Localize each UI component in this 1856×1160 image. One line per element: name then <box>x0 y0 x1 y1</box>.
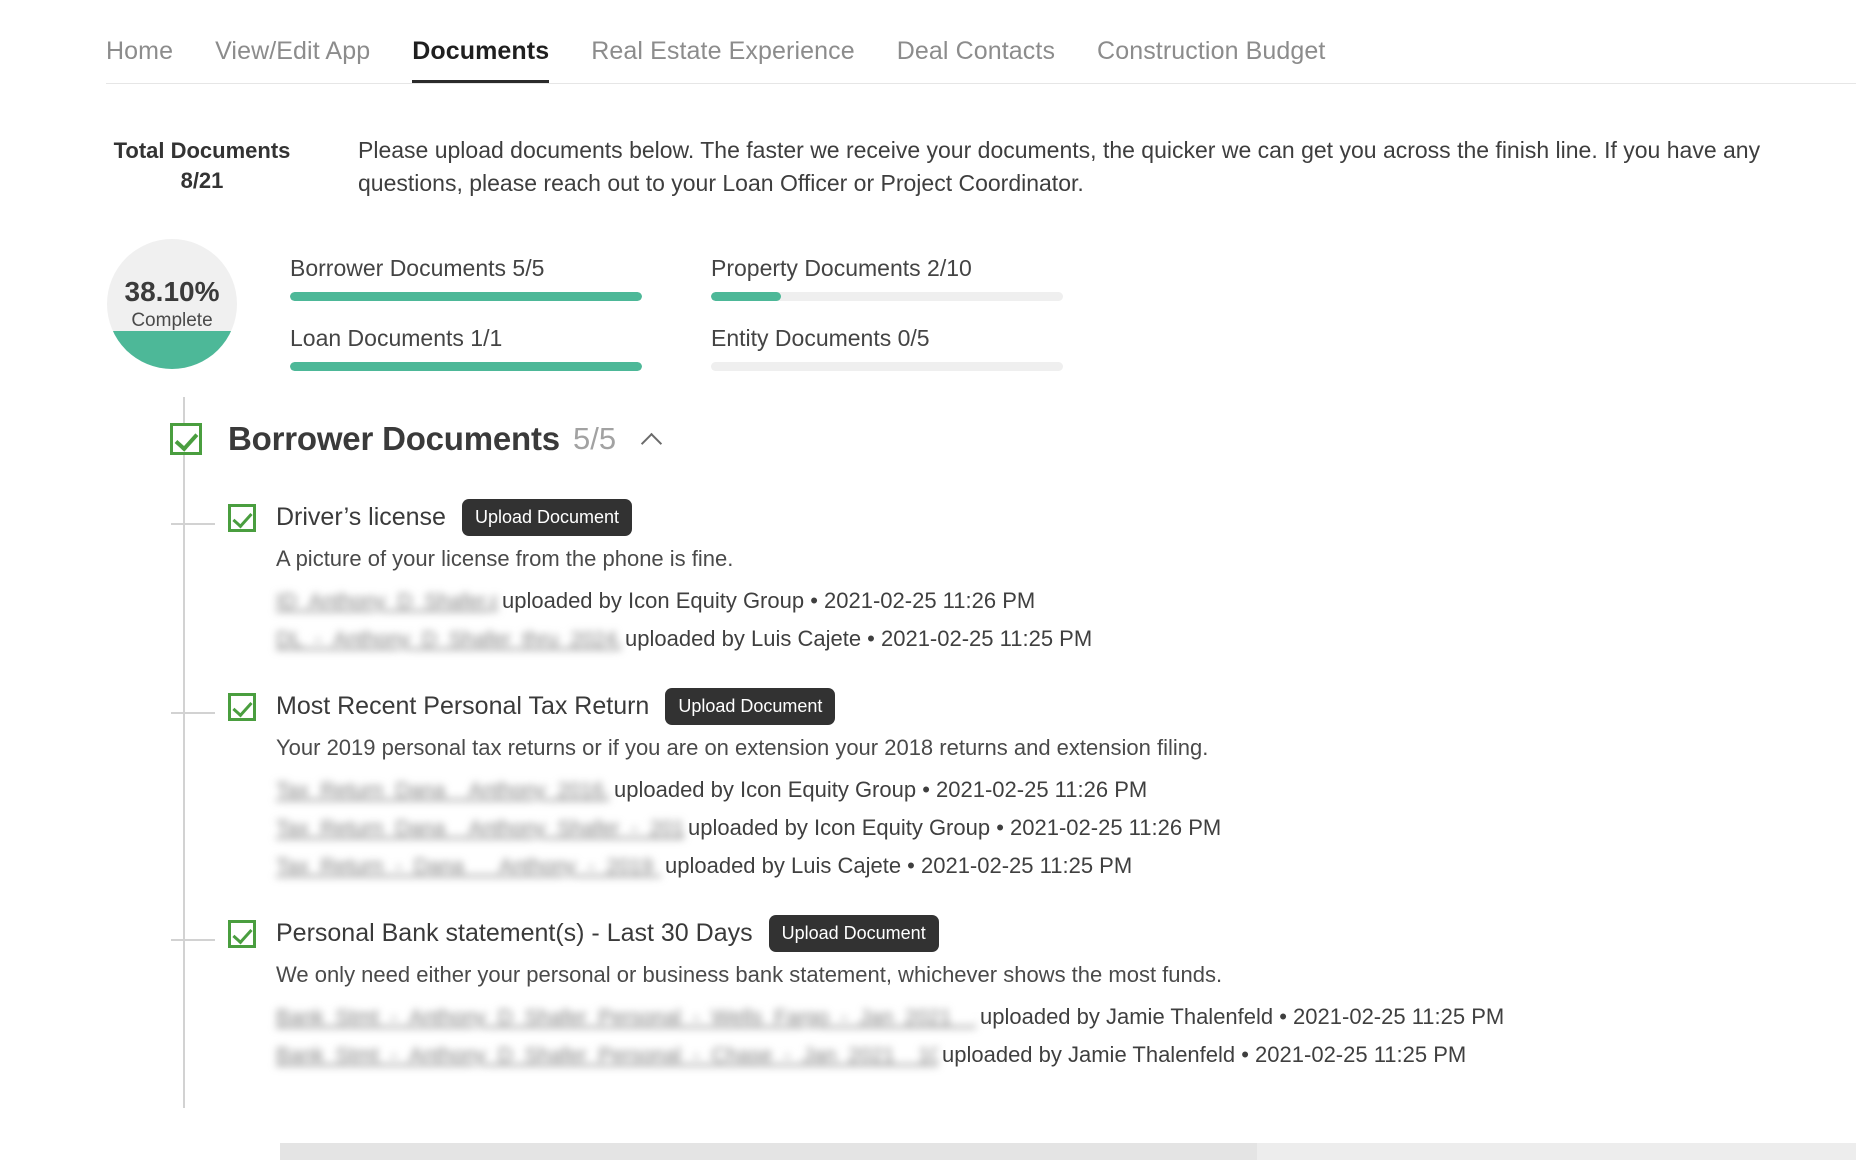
uploaded-file-row: Tax_Return_Dana__Anthony_2016.pdf uploade… <box>276 777 1856 803</box>
progress-bar-fill <box>711 292 782 302</box>
progress-bar-track <box>711 292 1063 302</box>
progress-category-label: Borrower Documents 5/5 <box>290 255 545 282</box>
progress-bar-track <box>290 362 642 372</box>
uploaded-file-meta: uploaded by Luis Cajete • 2021-02-25 11:… <box>625 626 1093 652</box>
tree-connector-line <box>171 523 215 526</box>
progress-category-label: Loan Documents 1/1 <box>290 325 503 352</box>
uploaded-file-row: Tax_Return_Dana__Anthony_Shafer_-_2017.p… <box>276 815 1856 841</box>
section-header-borrower-documents[interactable]: Borrower Documents 5/5 <box>170 415 1856 463</box>
uploaded-file-link[interactable]: ID_Anthony_D_Shafer.pdf <box>276 590 498 614</box>
document-title: Driver’s license <box>276 503 446 532</box>
progress-bar-fill <box>290 292 642 302</box>
nav-divider <box>106 83 1856 84</box>
document-description: A picture of your license from the phone… <box>276 546 734 572</box>
document-item: Personal Bank statement(s) - Last 30 Day… <box>170 915 1856 1068</box>
progress-category: Entity Documents 0/5 <box>711 325 1132 372</box>
document-checkbox-checked-icon[interactable] <box>228 692 256 721</box>
instructions-text: Please upload documents below. The faste… <box>358 137 1761 196</box>
uploaded-file-link[interactable]: Tax_Return_Dana__Anthony_Shafer_-_2017.p… <box>276 817 684 841</box>
total-documents-count: 8/21 <box>180 168 224 194</box>
document-item: Driver’s license Upload Document A picture… <box>170 499 1856 652</box>
nav-tab-home[interactable]: Home <box>106 37 173 84</box>
document-tree: Borrower Documents 5/5 Driver’s license U… <box>0 397 1856 1109</box>
section-checkbox-checked-icon[interactable] <box>170 423 202 456</box>
section-count: 5/5 <box>572 421 617 457</box>
document-description: We only need either your personal or bus… <box>276 962 1223 988</box>
progress-category-label: Entity Documents 0/5 <box>711 325 930 352</box>
uploaded-file-link[interactable]: DL_-_Anthony_D_Shafer_thru_2024.pdf <box>276 628 621 652</box>
uploaded-file-meta: uploaded by Icon Equity Group • 2021-02-… <box>614 777 1148 803</box>
progress-category-label: Property Documents 2/10 <box>711 255 972 282</box>
completion-donut: 38.10% Complete <box>107 239 237 370</box>
top-navigation: Home View/Edit App Documents Real Estate Ex… <box>0 0 1856 84</box>
horizontal-scrollbar-thumb[interactable] <box>280 1143 1258 1160</box>
completion-percent: 38.10% <box>124 276 220 308</box>
document-title: Personal Bank statement(s) - Last 30 Day… <box>276 919 753 948</box>
chevron-up-icon[interactable] <box>642 429 662 449</box>
uploaded-file-link[interactable]: Bank_Stmt_-_Anthony_D_Shafer_Personal_-_… <box>276 1044 938 1068</box>
document-item-header: Personal Bank statement(s) - Last 30 Day… <box>228 915 1856 953</box>
uploaded-file-meta: uploaded by Icon Equity Group • 2021-02-… <box>502 588 1036 614</box>
uploaded-file-list: Tax_Return_Dana__Anthony_2016.pdf uploade… <box>276 777 1856 879</box>
uploaded-file-row: ID_Anthony_D_Shafer.pdf uploaded by Icon … <box>276 588 1856 614</box>
total-documents: Total Documents 8/21 <box>106 134 298 199</box>
total-documents-label: Total Documents <box>113 138 291 163</box>
upload-document-button[interactable]: Upload Document <box>768 915 939 953</box>
document-item-header: Driver’s license Upload Document <box>228 499 1856 537</box>
uploaded-file-meta: uploaded by Icon Equity Group • 2021-02-… <box>688 815 1222 841</box>
document-item-header: Most Recent Personal Tax Return Upload Do… <box>228 688 1856 726</box>
document-checkbox-checked-icon[interactable] <box>228 503 256 532</box>
uploaded-file-link[interactable]: Tax_Return_Dana__Anthony_2016.pdf <box>276 779 610 803</box>
upload-document-button[interactable]: Upload Document <box>665 688 836 726</box>
uploaded-file-list: Bank_Stmt_-_Anthony_D_Shafer_Personal_-_… <box>276 1004 1856 1068</box>
nav-tab-construction-budget[interactable]: Construction Budget <box>1097 37 1325 84</box>
progress-bar-track <box>290 292 642 302</box>
uploaded-file-row: DL_-_Anthony_D_Shafer_thru_2024.pdf uploa… <box>276 626 1856 652</box>
document-item: Most Recent Personal Tax Return Upload Do… <box>170 688 1856 879</box>
section-title: Borrower Documents <box>228 420 560 458</box>
documents-summary: Total Documents 8/21 Please upload docum… <box>0 84 1856 199</box>
uploaded-file-meta: uploaded by Luis Cajete • 2021-02-25 11:… <box>665 853 1133 879</box>
nav-tab-view-edit-app[interactable]: View/Edit App <box>215 37 370 84</box>
nav-tab-documents[interactable]: Documents <box>412 37 550 84</box>
uploaded-file-meta: uploaded by Jamie Thalenfeld • 2021-02-2… <box>980 1004 1505 1030</box>
bottom-fade <box>0 1109 1856 1143</box>
horizontal-scrollbar[interactable] <box>280 1143 1856 1160</box>
progress-bar-fill <box>290 362 642 372</box>
completion-label: Complete <box>131 310 213 332</box>
uploaded-file-row: Bank_Stmt_-_Anthony_D_Shafer_Personal_-_… <box>276 1042 1856 1068</box>
uploaded-file-link[interactable]: Tax_Return_-_Dana___Anthony_-_2019_1.pdf <box>276 855 661 879</box>
nav-tab-list: Home View/Edit App Documents Real Estate Ex… <box>106 0 1856 84</box>
progress-category: Property Documents 2/10 <box>711 255 1132 302</box>
document-checkbox-checked-icon[interactable] <box>228 919 256 948</box>
progress-bar-track <box>711 362 1063 372</box>
progress-overview: 38.10% Complete Borrower Documents 5/5 Pr… <box>0 199 1856 395</box>
category-progress-bars: Borrower Documents 5/5 Property Documents… <box>237 239 1547 395</box>
document-title: Most Recent Personal Tax Return <box>276 692 650 721</box>
uploaded-file-link[interactable]: Bank_Stmt_-_Anthony_D_Shafer_Personal_-_… <box>276 1006 976 1030</box>
uploaded-file-row: Bank_Stmt_-_Anthony_D_Shafer_Personal_-_… <box>276 1004 1856 1030</box>
nav-tab-real-estate-experience[interactable]: Real Estate Experience <box>591 37 854 84</box>
document-list: Driver’s license Upload Document A picture… <box>106 499 1856 1068</box>
completion-donut-fill <box>107 330 237 370</box>
nav-tab-deal-contacts[interactable]: Deal Contacts <box>897 37 1055 84</box>
tree-connector-line <box>171 939 215 942</box>
uploaded-file-list: ID_Anthony_D_Shafer.pdf uploaded by Icon … <box>276 588 1856 652</box>
document-description: Your 2019 personal tax returns or if you… <box>276 735 1209 761</box>
progress-category: Borrower Documents 5/5 <box>290 255 711 302</box>
uploaded-file-meta: uploaded by Jamie Thalenfeld • 2021-02-2… <box>942 1042 1467 1068</box>
uploaded-file-row: Tax_Return_-_Dana___Anthony_-_2019_1.pdf… <box>276 853 1856 879</box>
progress-category: Loan Documents 1/1 <box>290 325 711 372</box>
upload-document-button[interactable]: Upload Document <box>461 499 633 537</box>
tree-connector-line <box>171 712 215 715</box>
